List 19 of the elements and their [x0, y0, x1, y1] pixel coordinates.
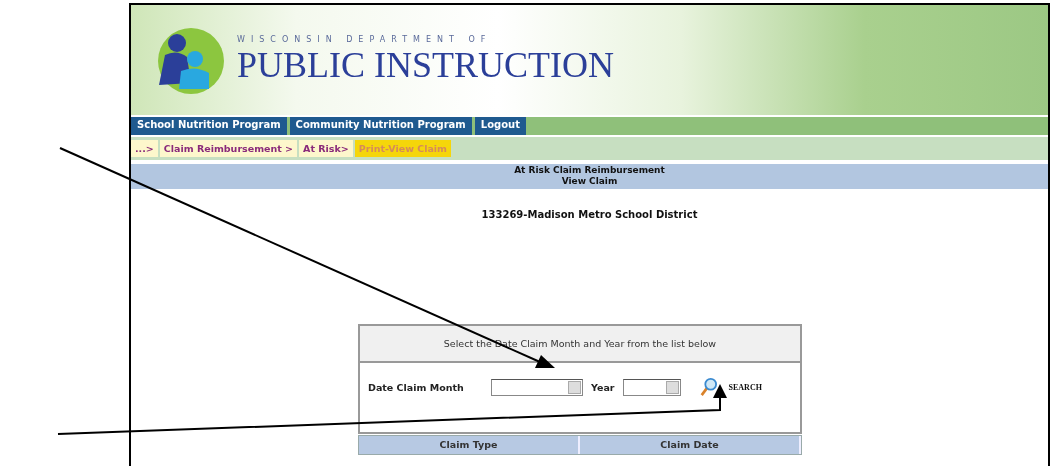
page-subtitle: View Claim — [561, 176, 618, 187]
logo-title: PUBLIC INSTRUCTION — [237, 43, 614, 86]
search-link[interactable]: SEARCH — [728, 382, 762, 392]
breadcrumb-link[interactable]: Claim Reimbursement > — [159, 140, 298, 157]
nav-tab[interactable]: Community Nutrition Program — [289, 117, 472, 135]
page-title: At Risk Claim Reimbursement — [514, 165, 665, 176]
column-header: Claim Type — [359, 436, 580, 454]
logo-subtitle: WISCONSIN DEPARTMENT OF — [237, 34, 493, 44]
nav-tab[interactable]: Logout — [474, 117, 526, 135]
year-dropdown[interactable] — [622, 378, 681, 396]
month-label: Date Claim Month — [368, 381, 465, 393]
breadcrumb-link[interactable]: At Risk> — [299, 140, 353, 157]
breadcrumb-link[interactable]: ...> — [131, 140, 158, 157]
nav-tab[interactable]: School Nutrition Program — [131, 117, 287, 135]
district-name: 133269-Madison Metro School District — [480, 209, 699, 220]
search-icon[interactable] — [698, 377, 717, 397]
column-header: Claim Date — [580, 436, 801, 454]
month-dropdown[interactable] — [491, 378, 583, 396]
year-label: Year — [591, 381, 615, 393]
